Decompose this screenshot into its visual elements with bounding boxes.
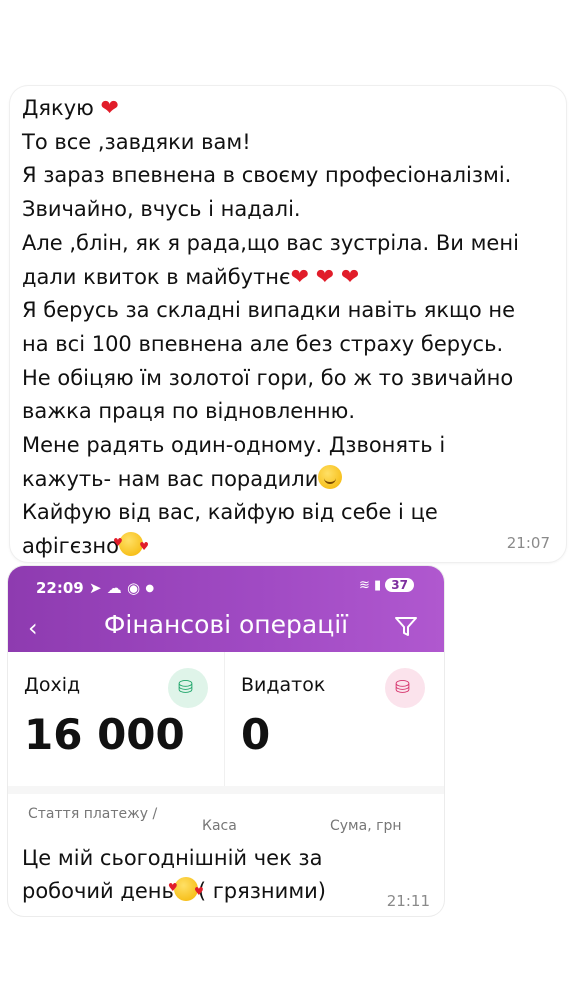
summary-cards: Дохід ⛁ 16 000 Видаток ⛁ 0 [8, 652, 444, 786]
message-line: важка праця по відновленню. [22, 399, 356, 424]
status-time: 22:09 [36, 579, 84, 597]
app-header: 22:09 ➤ ☁ ◉ ● ≋ ▮ 37 ‹ Фінансові операці… [8, 566, 444, 652]
message-line: Але ,блін, як я рада,що вас зустріла. Ви… [22, 230, 519, 255]
message-line: Я зараз впевнена в своєму професіоналізм… [22, 163, 512, 188]
table-header: Стаття платежу / Каса Сума, грн [8, 806, 444, 836]
income-value: 16 000 [24, 710, 185, 759]
message-line: кажуть- нам вас порадили [22, 466, 319, 491]
heart-icon: ❤ [100, 96, 119, 121]
expense-card: Видаток ⛁ 0 [225, 652, 444, 786]
message-line: на всі 100 впевнена але без страху берус… [22, 331, 504, 356]
heart-icon: ❤ [315, 264, 335, 290]
message-line: афігєзно [22, 534, 119, 559]
status-right: ≋ ▮ 37 [359, 578, 414, 593]
message-time: 21:07 [506, 534, 550, 552]
column-header-cash: Каса [202, 818, 237, 834]
caption-time: 21:11 [386, 892, 430, 910]
status-bar: 22:09 ➤ ☁ ◉ ● [36, 579, 154, 597]
screenshot-message[interactable]: 22:09 ➤ ☁ ◉ ● ≋ ▮ 37 ‹ Фінансові операці… [8, 566, 444, 916]
dot-icon: ● [145, 583, 155, 594]
message-line: Не обіцяю їм золотої гори, бо ж то звича… [22, 365, 514, 390]
divider [8, 786, 444, 794]
message-text: Дякую ❤ То все ,завдяки вам! Я зараз впе… [22, 92, 562, 564]
expense-label: Видаток [241, 674, 326, 696]
circle-icon: ◉ [127, 579, 141, 597]
message-line: Дякую [22, 96, 94, 120]
filter-icon[interactable] [395, 616, 417, 636]
caption-line: робочий день [22, 879, 174, 903]
message-bubble: Дякую ❤ То все ,завдяки вам! Я зараз впе… [10, 86, 566, 564]
signal-icon: ▮ [374, 578, 382, 593]
coins-icon: ⛁ [168, 668, 208, 708]
smile-emoji-icon [318, 464, 343, 489]
income-label: Дохід [24, 674, 81, 696]
income-card: Дохід ⛁ 16 000 [8, 652, 225, 786]
message-line: дали квиток в майбутнє [22, 264, 291, 289]
message-line: То все ,завдяки вам! [22, 129, 251, 154]
message-line: Кайфую від вас, кайфую від себе і це [22, 500, 438, 525]
telegram-icon: ➤ [88, 579, 102, 597]
caption-line: Це мій сьогоднішній чек за [22, 846, 323, 870]
smiling-hearts-emoji-icon [168, 871, 204, 908]
wifi-icon: ≋ [358, 578, 370, 593]
message-line: Мене радять один-одному. Дзвонять і [22, 433, 446, 458]
heart-icon: ❤ [290, 264, 309, 290]
caption-text: Це мій сьогоднішній чек за робочий день (… [22, 842, 432, 908]
coins-icon: ⛁ [385, 668, 425, 708]
caption-line-suffix: ( грязними) [197, 879, 326, 903]
message-line: Звичайно, вчусь і надалі. [22, 197, 301, 222]
cloud-icon: ☁ [106, 579, 122, 597]
smiling-hearts-emoji-icon [113, 526, 149, 564]
message-line: Я берусь за складні випадки навіть якщо … [22, 298, 515, 323]
column-header-article: Стаття платежу / [28, 806, 158, 822]
expense-value: 0 [241, 710, 271, 759]
battery-badge: 37 [385, 578, 414, 592]
page-title: Фінансові операції [103, 610, 349, 639]
column-header-sum: Сума, грн [330, 818, 402, 834]
heart-icon: ❤ [340, 264, 360, 290]
